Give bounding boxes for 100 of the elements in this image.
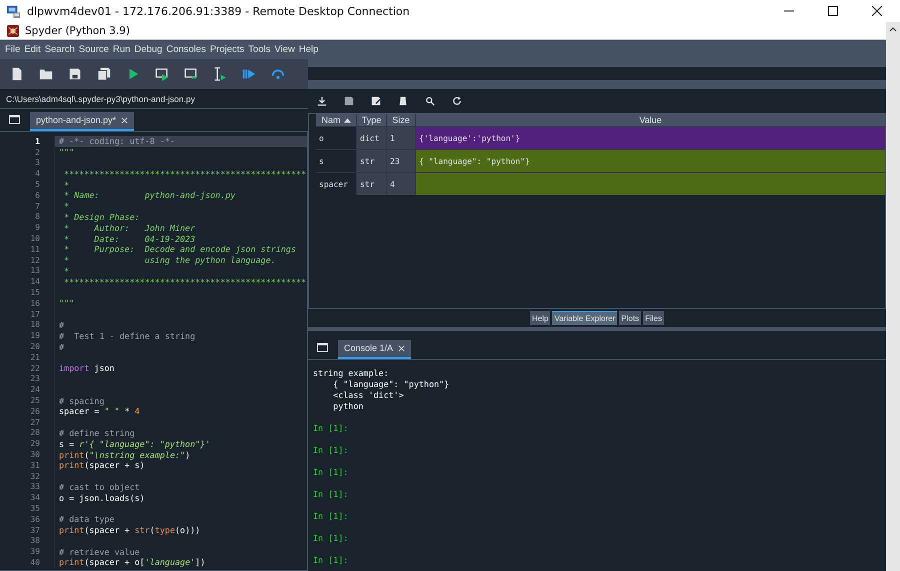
line-number: 11 xyxy=(29,244,41,254)
code-line: """ xyxy=(59,298,74,308)
code-line: print("\nstring example:") xyxy=(59,450,190,460)
pane-tab[interactable]: Files xyxy=(643,311,664,325)
line-number: 14 xyxy=(29,277,41,286)
line-number: 36 xyxy=(29,514,41,524)
code-line: # -*- coding: utf-8 -*- xyxy=(59,136,175,146)
console-prompt: In [1]: xyxy=(313,445,350,456)
line-number: 33 xyxy=(29,482,41,492)
save-all-icon[interactable] xyxy=(97,67,111,81)
line-number: 26 xyxy=(29,406,41,416)
debug-icon[interactable] xyxy=(242,67,256,81)
line-number: 25 xyxy=(29,396,41,406)
code-line: ************************************************ xyxy=(63,168,306,179)
line-number: 16 xyxy=(29,298,41,308)
close-icon[interactable] xyxy=(872,6,882,16)
file-path: C:\Users\adm4sql\.spyder-py3\python-and-json.py xyxy=(0,89,308,109)
column-header[interactable]: Value xyxy=(416,114,885,126)
line-number: 1 xyxy=(34,136,41,146)
code-line: s = r'{ "language": "python"}' xyxy=(59,438,210,449)
line-number: 8 xyxy=(34,212,41,222)
menu-item[interactable]: File xyxy=(5,44,20,55)
line-number: 37 xyxy=(29,526,41,535)
console-prompt: In [1]: xyxy=(313,467,350,478)
console-prompt: In [1]: xyxy=(313,511,350,522)
code-line: * Name: python-and-json.py xyxy=(63,190,236,200)
search-icon[interactable] xyxy=(425,96,435,106)
step-icon[interactable] xyxy=(271,67,285,81)
code-line: # xyxy=(59,320,64,330)
refresh-icon[interactable] xyxy=(452,96,462,106)
file-tab[interactable]: python-and-json.py* xyxy=(30,112,134,131)
column-header[interactable]: Type xyxy=(357,114,386,126)
run-selection-icon[interactable] xyxy=(213,67,227,81)
maximize-icon[interactable] xyxy=(828,6,838,16)
column-header[interactable]: Size xyxy=(387,114,415,126)
scrollbar[interactable] xyxy=(886,22,900,571)
code-line: """ xyxy=(59,147,74,158)
console-prompt: In [1]: xyxy=(313,489,350,500)
menu-item[interactable]: Debug xyxy=(134,44,162,55)
code-line: o = json.loads(s) xyxy=(59,492,145,503)
line-number: 21 xyxy=(29,352,41,362)
menu-item[interactable]: View xyxy=(274,44,295,55)
column-header[interactable]: Nam xyxy=(316,114,356,126)
save-as-icon[interactable] xyxy=(371,96,381,106)
pane-menu-icon[interactable] xyxy=(317,343,328,352)
line-number: 9 xyxy=(34,223,41,232)
menu-item[interactable]: Tools xyxy=(248,44,270,55)
console-prompt: In [1]: xyxy=(313,555,350,566)
table-cell: o xyxy=(316,127,356,149)
code-line: import json xyxy=(59,363,114,374)
line-number: 23 xyxy=(29,374,41,384)
console-tab[interactable]: Console 1/A xyxy=(338,340,412,359)
code-line: * xyxy=(63,180,70,190)
run-cell-advance-icon[interactable] xyxy=(184,67,198,81)
import-icon[interactable] xyxy=(317,96,327,106)
table-cell: 4 xyxy=(387,173,415,195)
line-number: 6 xyxy=(34,190,41,200)
menu-item[interactable]: Help xyxy=(298,44,318,55)
line-number: 22 xyxy=(29,364,41,373)
code-line: # Test 1 - define a string xyxy=(59,330,196,341)
menu-item[interactable]: Search xyxy=(44,44,75,55)
line-number: 3 xyxy=(34,158,41,168)
code-line: ************************************************ xyxy=(63,276,306,287)
line-number: 29 xyxy=(29,439,41,448)
code-line: # xyxy=(59,342,64,352)
line-number: 10 xyxy=(29,234,41,244)
folder-icon[interactable] xyxy=(39,67,53,81)
save-icon[interactable] xyxy=(344,96,354,106)
line-number: 32 xyxy=(29,472,41,481)
table-cell: 23 xyxy=(387,150,415,172)
code-line: spacer = " " * 4 xyxy=(59,406,140,416)
code-line: # spacing xyxy=(59,396,104,406)
menu-item[interactable]: Run xyxy=(112,44,130,55)
menu-item[interactable]: Consoles xyxy=(166,44,206,55)
window-title: Spyder (Python 3.9) xyxy=(25,24,130,36)
caret-up-icon[interactable] xyxy=(889,27,897,32)
line-number: 17 xyxy=(29,310,41,319)
pane-tab[interactable]: Variable Explorer xyxy=(552,311,618,325)
code-line: # define string xyxy=(59,428,135,438)
delete-icon[interactable] xyxy=(398,96,408,106)
menu-item[interactable]: Projects xyxy=(210,44,244,55)
new-file-icon[interactable] xyxy=(10,67,24,81)
line-number: 28 xyxy=(29,428,41,438)
console-output: <class 'dict'> xyxy=(332,390,405,401)
spider-icon xyxy=(7,24,19,36)
menu-item[interactable]: Source xyxy=(78,44,109,55)
code-line: print(spacer + o['language']) xyxy=(59,557,206,568)
line-number: 5 xyxy=(34,180,41,190)
pane-menu-icon[interactable] xyxy=(9,115,20,124)
line-number: 40 xyxy=(29,558,41,567)
code-line: * Author: John Miner xyxy=(63,222,196,233)
save-icon[interactable] xyxy=(68,67,82,81)
run-cell-icon[interactable] xyxy=(155,67,169,81)
pane-tab[interactable]: Plots xyxy=(619,311,642,325)
code-line: * Purpose: Decode and encode json strings xyxy=(63,244,296,254)
pane-tab[interactable]: Help xyxy=(530,311,550,325)
line-number: 39 xyxy=(29,547,41,556)
code-line: # data type xyxy=(59,514,114,524)
code-line: * xyxy=(63,201,70,212)
menu-item[interactable]: Edit xyxy=(24,44,41,55)
